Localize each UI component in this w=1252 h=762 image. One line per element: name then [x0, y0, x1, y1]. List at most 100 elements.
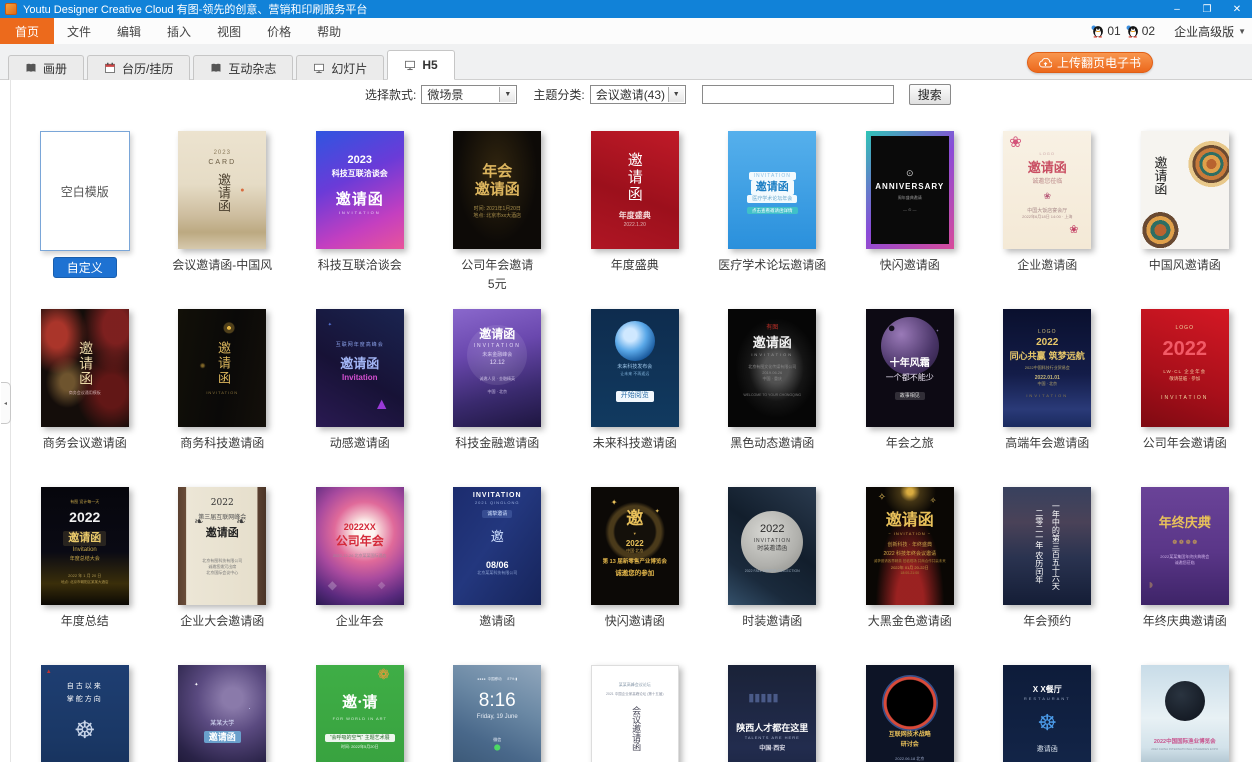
- blank-template-thumbnail[interactable]: 空白模版: [40, 131, 130, 251]
- template-thumbnail[interactable]: 2022中国国际渔业博览会2022 CHINA INTERNATIONAL FI…: [1141, 665, 1229, 762]
- template-label: 科技金融邀请函: [455, 434, 539, 451]
- tab-magazine[interactable]: 互动杂志: [193, 55, 293, 80]
- template-thumbnail[interactable]: 未来科技发布会让未来 不再遥远开始阅览: [591, 309, 679, 427]
- qq-account-2[interactable]: 02: [1126, 24, 1155, 38]
- template-thumbnail[interactable]: 互联网技术战略研讨会2022.06.18 北京: [866, 665, 954, 762]
- plan-label: 企业高级版: [1174, 23, 1234, 40]
- template-thumbnail[interactable]: 邀请函INVITATION: [178, 309, 266, 427]
- search-input[interactable]: [702, 85, 894, 104]
- template-label: 高端年会邀请函: [1005, 434, 1089, 451]
- template-thumbnail[interactable]: 邀请函年度盛典2022.1.20: [591, 131, 679, 249]
- thumbnail-text: 让未来 不再遥远: [620, 372, 649, 377]
- template-thumbnail[interactable]: ●2023CARD邀请函: [178, 131, 266, 249]
- menu-item-home[interactable]: 首页: [0, 18, 54, 44]
- thumbnail-text: 邀请函: [206, 526, 239, 539]
- qq-account-1-label: 01: [1107, 24, 1120, 38]
- thumbnail-text: 第三届互联网峰会: [198, 515, 246, 522]
- plan-dropdown[interactable]: 企业高级版 ▼: [1174, 23, 1246, 40]
- template-thumbnail[interactable]: ⊙ANNIVERSARY周年盛典邀请— ⊙ —: [866, 131, 954, 249]
- thumbnail-text: 2021 中国企业家高峰论坛 (第十五届): [606, 692, 664, 696]
- thumbnail-text: 第 13 届新零售产业博览会: [603, 559, 667, 566]
- template-thumbnail[interactable]: ▲自古以来掌舵方向☸: [41, 665, 129, 762]
- restore-icon[interactable]: ❐: [1192, 0, 1222, 18]
- thumbnail-text: TALENTS ARE HERE: [745, 736, 800, 741]
- customize-button[interactable]: 自定义: [53, 257, 117, 278]
- menu-item-price[interactable]: 价格: [254, 18, 304, 44]
- thumbnail-text: ☸: [74, 717, 96, 746]
- thumbnail-text: ▼: [633, 532, 637, 537]
- template-card: 2022中国国际渔业博览会2022 CHINA INTERNATIONAL FI…: [1116, 665, 1252, 762]
- template-card: 邀请函INVITATION商务科技邀请函: [154, 309, 292, 487]
- thumbnail-text: INVITATION: [1161, 395, 1208, 401]
- thumbnail-text: 邀请函: [751, 180, 794, 195]
- category-select[interactable]: 会议邀请(43) ▼: [590, 85, 686, 104]
- template-thumbnail[interactable]: 邀请函: [1141, 131, 1229, 249]
- template-thumbnail[interactable]: ◆◆2022XX公司年会2022-12-26 北京某某国际酒店: [316, 487, 404, 605]
- template-label: 动感邀请函: [330, 434, 390, 451]
- template-thumbnail[interactable]: 有图 设计每一天2022邀请函Invitation年度总结大会2022 年 1 …: [41, 487, 129, 605]
- style-select[interactable]: 微场景 ▼: [421, 85, 517, 104]
- tab-album[interactable]: 画册: [8, 55, 84, 80]
- tab-label: 互动杂志: [228, 60, 276, 77]
- template-thumbnail[interactable]: 2023科技互联洽谈会邀请函INVITATION: [316, 131, 404, 249]
- template-thumbnail[interactable]: ▮▮▮▮▮陕西人才都在这里TALENTS ARE HERE中国·西安: [728, 665, 816, 762]
- template-card: INVITATION邀请函医疗学术论坛年会点击查看邀请函详情医疗学术论坛邀请函: [704, 131, 842, 309]
- tab-slides[interactable]: 幻灯片: [296, 55, 384, 80]
- tab-h5[interactable]: H5: [387, 50, 454, 80]
- tab-label: 幻灯片: [331, 60, 367, 77]
- template-label: 公司年会邀请: [461, 256, 533, 273]
- template-thumbnail[interactable]: LOGO2022同心共赢 筑梦远航2022中国科技行业贸易会2022.01.01…: [1003, 309, 1091, 427]
- panel-collapse-handle[interactable]: ◂: [1, 382, 11, 424]
- dropdown-arrow-icon[interactable]: ▼: [668, 87, 684, 102]
- minimize-icon[interactable]: –: [1162, 0, 1192, 18]
- template-thumbnail[interactable]: 二零二一年 农历闰年一年中的第三百五十六天: [1003, 487, 1091, 605]
- upload-ebook-button[interactable]: 上传翻页电子书: [1027, 52, 1153, 73]
- dropdown-arrow-icon[interactable]: ▼: [499, 87, 515, 102]
- thumbnail-text: 诚邀您莅临: [1175, 561, 1195, 566]
- template-card: 未来科技发布会让未来 不再遥远开始阅览未来科技邀请函: [566, 309, 704, 487]
- qq-account-1[interactable]: 01: [1091, 24, 1120, 38]
- template-thumbnail[interactable]: LOGO2022LW·CL 企业年会敬请莅临 · 参加INVITATION: [1141, 309, 1229, 427]
- thumbnail-text: 未来金融峰会: [482, 352, 512, 358]
- thumbnail-text: 诚挚邀请各界精英 莅临现场 共商合作共赢未来: [874, 559, 946, 563]
- close-icon[interactable]: ✕: [1222, 0, 1252, 18]
- template-thumbnail[interactable]: ✺◗年终庆典❁ ❁ ❁ ❁2022某某集团年终庆典晚会诚邀您莅临: [1141, 487, 1229, 605]
- menu-item-edit[interactable]: 编辑: [104, 18, 154, 44]
- thumbnail-text: 掌舵方向: [67, 695, 103, 703]
- search-button[interactable]: 搜索: [909, 84, 951, 105]
- template-thumbnail[interactable]: ❁邀·请FOR WORLD IN ART“会呼吸的空气” 主题艺术展时间: 20…: [316, 665, 404, 762]
- thumbnail-text: CARD: [208, 159, 236, 167]
- template-thumbnail[interactable]: ●✦十年风霜一个都不能少故事相见: [866, 309, 954, 427]
- menu-item-view[interactable]: 视图: [204, 18, 254, 44]
- thumbnail-text: 二零二一年 农历闰年: [1034, 509, 1044, 584]
- template-thumbnail[interactable]: INVITATION2021 QINGLONG诚挚邀请邀08/06北京某某科技有…: [453, 487, 541, 605]
- titlebar: Youtu Designer Creative Cloud 有图-领先的创意、营…: [0, 0, 1252, 18]
- template-thumbnail[interactable]: ❧❧2022第三届互联网峰会邀请函北京有图科技有限公司诚邀您拨冗出席北京国际会议…: [178, 487, 266, 605]
- thumbnail-text: 十年风霜: [890, 358, 930, 370]
- thumbnail-text: 公司年会: [336, 534, 384, 548]
- template-thumbnail[interactable]: ●●●● 中国移动 87% ▮8:16Friday, 19 June微信⬤: [453, 665, 541, 762]
- template-thumbnail[interactable]: 邀请函INVITATION未来金融峰会12.12诚邀人员 · 金融精英中国 · …: [453, 309, 541, 427]
- template-thumbnail[interactable]: INVITATION邀请函医疗学术论坛年会点击查看邀请函详情: [728, 131, 816, 249]
- template-thumbnail[interactable]: X X餐厅RESTAURANT☸邀请函: [1003, 665, 1091, 762]
- template-thumbnail[interactable]: 邀请函商务会议通用模板: [41, 309, 129, 427]
- template-thumbnail[interactable]: 2022INVITATION时装邀请函2022 FALL WINTER COLL…: [728, 487, 816, 605]
- template-thumbnail[interactable]: ▲✦互联网年度高峰会邀请函Invitation: [316, 309, 404, 427]
- template-thumbnail[interactable]: 有图邀请函INVITATION北京有图文化传媒有限公司2019.06.26中国 …: [728, 309, 816, 427]
- template-thumbnail[interactable]: ✦✦邀▼2022中国·北京第 13 届新零售产业博览会诚邀您的参加: [591, 487, 679, 605]
- menu-item-help[interactable]: 帮助: [304, 18, 354, 44]
- template-label: 未来科技邀请函: [593, 434, 677, 451]
- template-thumbnail[interactable]: ✧✧邀请函~ INVITATION ~创新科技 · 年终盛典2022 科技年终会…: [866, 487, 954, 605]
- template-thumbnail[interactable]: ❀❀LOGO邀请函诚邀您莅临❀中国大饭店宴会厅2022年6月18日 14:00 …: [1003, 131, 1091, 249]
- thumbnail-text: 点击查看邀请函详情: [747, 207, 798, 214]
- template-thumbnail[interactable]: 某某高峰会议论坛2021 中国企业家高峰论坛 (第十五届)会议邀请函: [591, 665, 679, 762]
- menu-item-file[interactable]: 文件: [54, 18, 104, 44]
- template-thumbnail[interactable]: 年会邀请函时间: 2021年1月20日地点: 北京市xx大酒店: [453, 131, 541, 249]
- template-thumbnail[interactable]: ✦·某某大学邀请函: [178, 665, 266, 762]
- thumbnail-text: 2022中国科技行业贸易会: [1025, 366, 1070, 371]
- thumbnail-text: X X餐厅: [1033, 685, 1062, 695]
- template-card: INVITATION2021 QINGLONG诚挚邀请邀08/06北京某某科技有…: [429, 487, 567, 665]
- tab-calendar[interactable]: 台历/挂历: [87, 55, 190, 80]
- thumbnail-text: INVITATION: [339, 211, 381, 216]
- menu-item-insert[interactable]: 插入: [154, 18, 204, 44]
